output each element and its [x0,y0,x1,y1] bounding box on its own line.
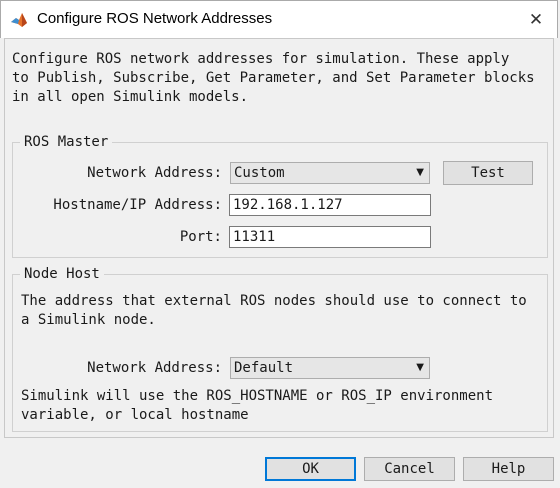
hostname-field[interactable]: 192.168.1.127 [229,194,431,216]
window-title: Configure ROS Network Addresses [37,10,273,27]
master-network-address-value: Custom [234,165,285,181]
title-bar: Configure ROS Network Addresses ✕ [0,0,558,38]
master-network-address-label: Network Address: [87,165,222,181]
node-network-address-value: Default [234,360,294,376]
node-host-note: Simulink will use the ROS_HOSTNAME or RO… [21,388,494,423]
help-button[interactable]: Help [463,457,554,481]
matlab-icon [11,13,27,27]
cancel-button[interactable]: Cancel [364,457,455,481]
dropdown-arrow-icon: ▼ [416,362,424,373]
port-label: Port: [179,229,222,245]
close-icon[interactable]: ✕ [521,7,551,33]
master-network-address-select[interactable]: Custom ▼ [230,162,430,184]
node-network-address-label: Network Address: [87,360,222,376]
ros-master-title: ROS Master [20,134,113,150]
dropdown-arrow-icon: ▼ [416,167,424,178]
ok-button[interactable]: OK [265,457,356,481]
test-button[interactable]: Test [443,161,533,185]
port-field[interactable]: 11311 [229,226,431,248]
node-host-description: The address that external ROS nodes shou… [21,293,527,328]
hostname-label: Hostname/IP Address: [53,197,222,213]
node-network-address-select[interactable]: Default ▼ [230,357,430,379]
intro-text: Configure ROS network addresses for simu… [12,51,535,105]
node-host-title: Node Host [20,266,104,282]
